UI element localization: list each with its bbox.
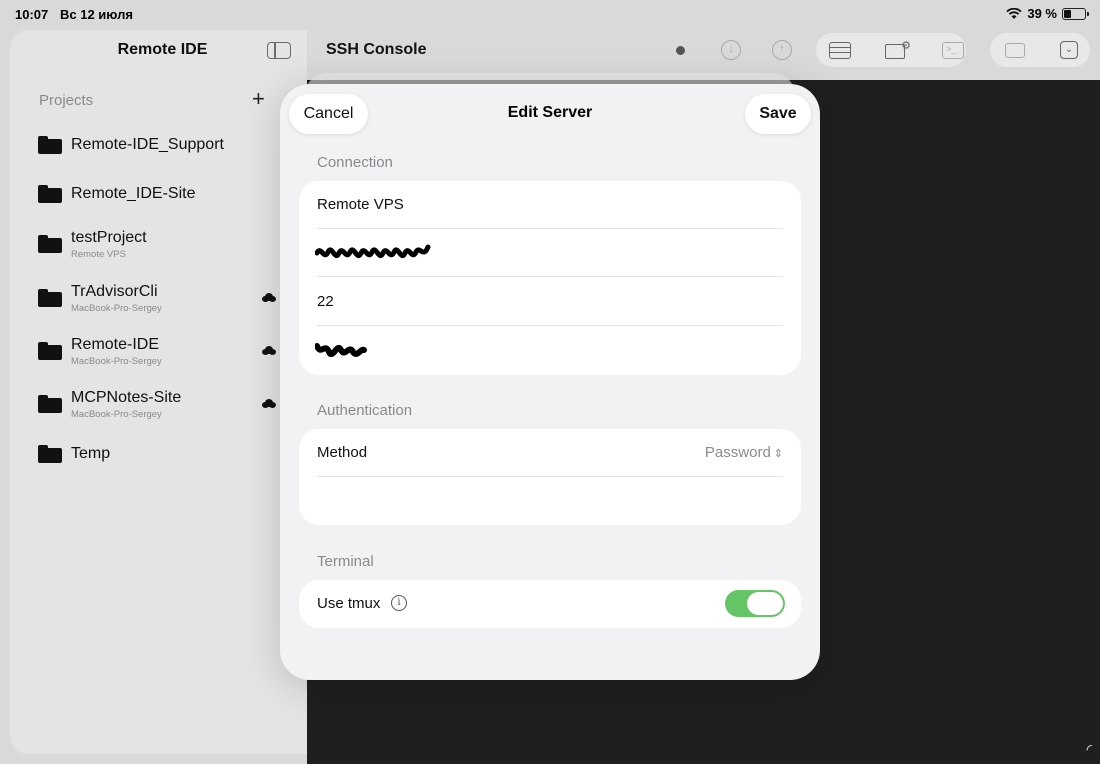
port-value: 22 [317, 293, 334, 310]
wifi-icon [1006, 7, 1022, 19]
host-field[interactable] [315, 229, 783, 277]
sidebar: Remote IDE Projects + Remote-IDE_Support… [10, 30, 307, 754]
project-subtitle: Remote VPS [71, 249, 126, 260]
battery-icon [1062, 7, 1089, 20]
status-bar: 10:07 Вс 12 июля 39 % [0, 0, 1100, 30]
projects-heading: Projects [39, 92, 94, 109]
project-item[interactable]: MCPNotes-Site MacBook-Pro-Sergey [38, 384, 278, 424]
server-name-field[interactable]: Remote VPS [317, 181, 783, 229]
windows-icon[interactable] [1000, 34, 1030, 66]
project-name: Remote-IDE_Support [71, 136, 224, 153]
authentication-group: Method Password ⇕ [299, 429, 801, 525]
project-item[interactable]: testProject Remote VPS [38, 224, 278, 264]
add-project-button[interactable]: + [252, 88, 265, 110]
folder-icon [38, 289, 62, 307]
sidebar-toggle-icon[interactable] [267, 42, 291, 59]
project-name: Temp [71, 445, 111, 462]
cloud-icon [262, 399, 276, 408]
save-button[interactable]: Save [745, 94, 811, 134]
date: Вс 12 июля [60, 7, 133, 22]
project-item[interactable]: Remote-IDE_Support [38, 125, 278, 165]
project-subtitle: MacBook-Pro-Sergey [71, 303, 162, 314]
method-picker[interactable]: Password ⇕ [705, 444, 783, 461]
project-item[interactable]: Temp [38, 434, 278, 474]
project-item[interactable]: TrAdvisorCli MacBook-Pro-Sergey [38, 278, 278, 318]
console-title: SSH Console [326, 41, 427, 58]
connection-section-label: Connection [317, 154, 393, 171]
method-value: Password [704, 444, 771, 461]
connection-group: Remote VPS 22 [299, 181, 801, 375]
toggle-knob [747, 592, 783, 615]
project-subtitle: MacBook-Pro-Sergey [71, 409, 162, 420]
terminal-icon[interactable]: >_ [939, 34, 967, 66]
clock: 10:07 [15, 7, 49, 22]
battery-fill [1064, 9, 1071, 18]
folder-icon [38, 395, 62, 413]
authentication-section-label: Authentication [317, 402, 413, 419]
battery-percent: 39 % [1027, 6, 1057, 21]
tmux-label: Use tmux [317, 595, 381, 612]
folder-icon [38, 136, 62, 154]
tmux-row: Use tmux i [317, 580, 785, 628]
password-field[interactable] [317, 477, 783, 525]
servers-icon[interactable] [826, 34, 854, 66]
server-name-value: Remote VPS [317, 196, 404, 213]
resize-handle-icon[interactable]: ◜ [1087, 741, 1092, 758]
info-icon[interactable]: i [391, 595, 407, 611]
status-dot-icon [670, 34, 690, 66]
method-row[interactable]: Method Password ⇕ [317, 429, 783, 477]
folder-settings-icon[interactable]: ⚙ [883, 34, 913, 66]
folder-icon [38, 342, 62, 360]
redaction-scribble [315, 244, 431, 259]
project-name: MCPNotes-Site [71, 389, 182, 406]
cloud-icon [262, 293, 276, 302]
project-name: TrAdvisorCli [71, 283, 158, 300]
sheet-title: Edit Server [507, 104, 593, 121]
folder-icon [38, 185, 62, 203]
terminal-section-label: Terminal [317, 553, 374, 570]
project-name: testProject [71, 229, 147, 246]
port-field[interactable]: 22 [317, 278, 783, 326]
username-field[interactable] [315, 326, 783, 374]
project-item[interactable]: Remote_IDE-Site [38, 174, 278, 214]
project-name: Remote_IDE-Site [71, 185, 196, 202]
cloud-icon [262, 346, 276, 355]
status-right: 39 % [1006, 6, 1089, 21]
method-label: Method [317, 444, 368, 461]
updown-chevron-icon: ⇕ [773, 448, 783, 460]
upload-icon[interactable]: ↑ [769, 34, 795, 66]
redaction-scribble [315, 343, 367, 357]
terminal-group: Use tmux i [299, 580, 801, 628]
download-icon[interactable]: ↓ [718, 34, 744, 66]
folder-icon [38, 445, 62, 463]
folder-icon [38, 235, 62, 253]
chevron-down-icon[interactable]: ⌄ [1056, 34, 1082, 66]
project-name: Remote-IDE [71, 336, 160, 353]
edit-server-sheet: Cancel Edit Server Save Connection Remot… [280, 84, 820, 680]
tmux-toggle[interactable] [725, 590, 785, 617]
project-item[interactable]: Remote-IDE MacBook-Pro-Sergey [38, 331, 278, 371]
project-subtitle: MacBook-Pro-Sergey [71, 356, 162, 367]
